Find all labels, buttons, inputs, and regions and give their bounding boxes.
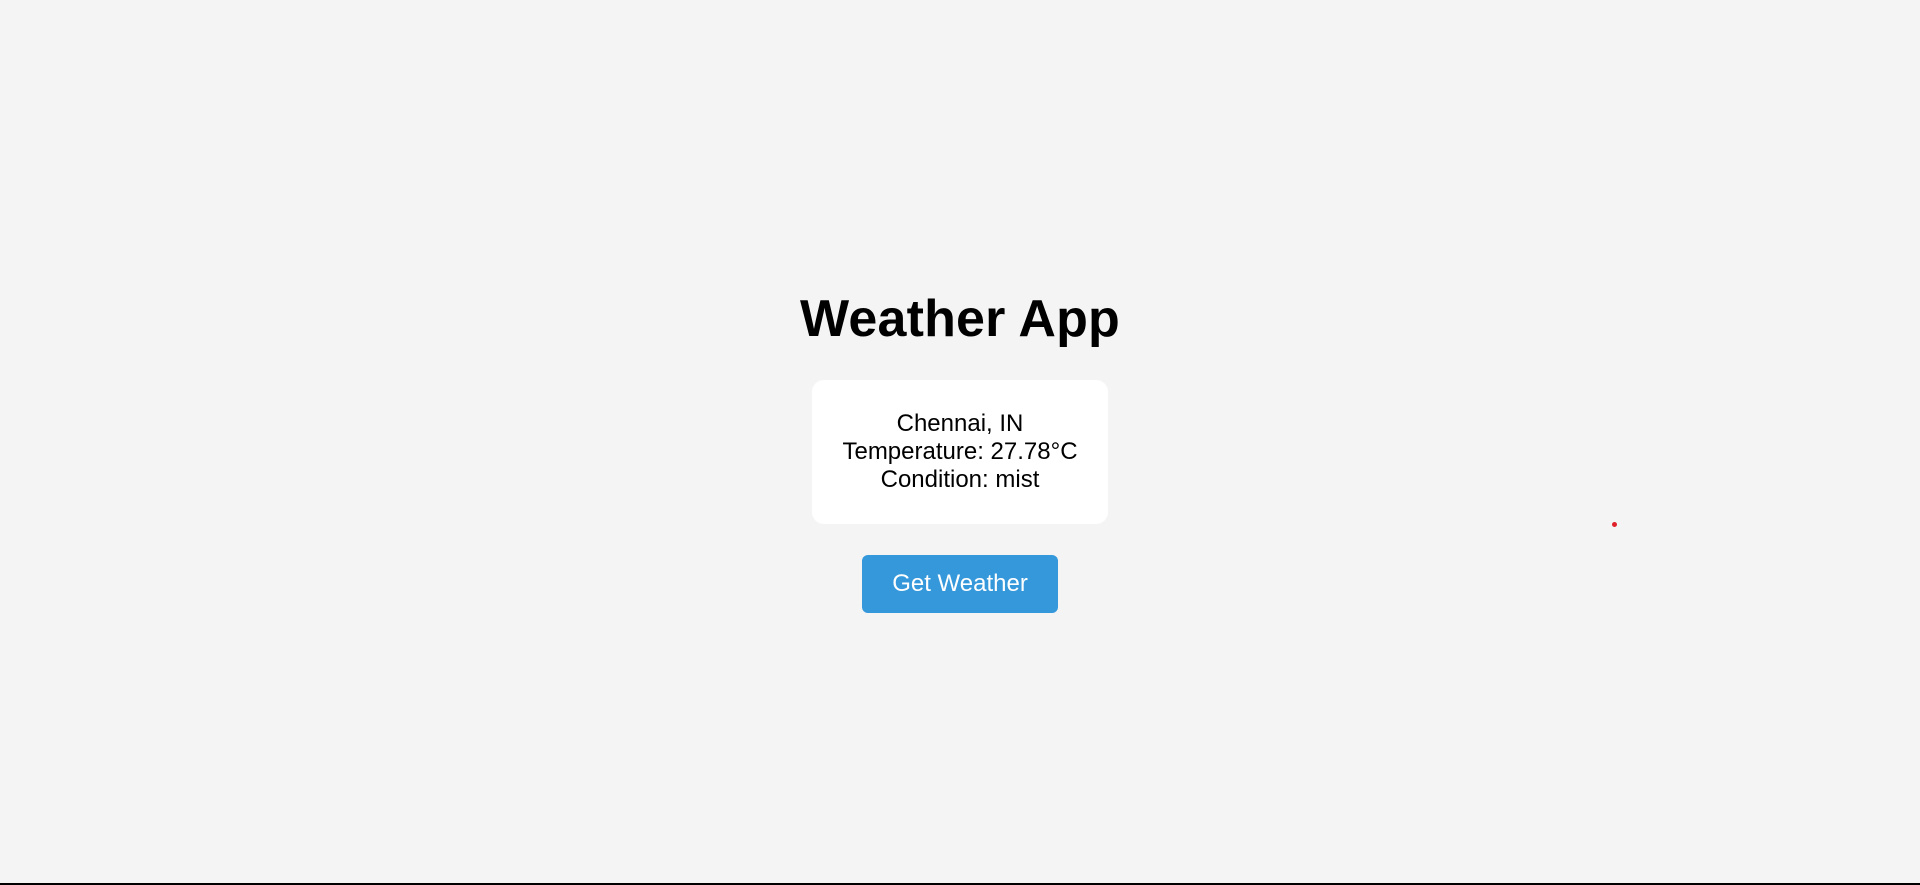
temperature-text: Temperature: 27.78°C (842, 438, 1078, 465)
get-weather-button[interactable]: Get Weather (862, 555, 1058, 613)
condition-text: Condition: mist (880, 466, 1040, 493)
page-title: Weather App (799, 290, 1120, 348)
location-text: Chennai, IN (896, 410, 1024, 437)
weather-card: Chennai, IN Temperature: 27.78°C Conditi… (812, 380, 1108, 524)
weather-app: Weather App Chennai, IN Temperature: 27.… (0, 0, 1920, 883)
cursor-dot (1612, 522, 1617, 527)
